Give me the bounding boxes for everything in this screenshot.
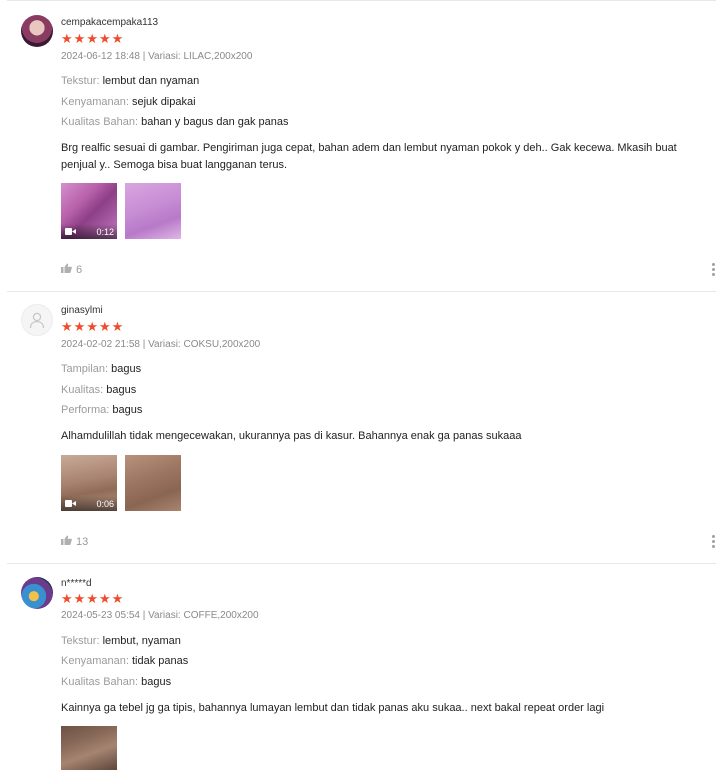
review-video-thumbnail[interactable]: 0:12 xyxy=(61,183,117,239)
star-icon: ★ xyxy=(61,31,73,46)
star-icon: ★ xyxy=(98,591,111,606)
review-comment: Brg realfic sesuai di gambar. Pengiriman… xyxy=(61,142,677,171)
attribute-value: lembut, nyaman xyxy=(102,635,181,647)
star-icon: ★ xyxy=(86,319,98,334)
attribute-row: Kenyamanan: tidak panas xyxy=(61,655,188,667)
attribute-row: Performa: bagus xyxy=(61,404,142,416)
attribute-value: sejuk dipakai xyxy=(131,96,196,108)
star-icon: ★ xyxy=(61,591,73,606)
star-icon: ★ xyxy=(73,591,86,606)
star-icon: ★ xyxy=(111,591,124,606)
review-video-thumbnail[interactable]: 0:06 xyxy=(61,455,117,511)
video-camera-icon xyxy=(65,499,76,509)
avatar[interactable] xyxy=(21,15,53,47)
star-icon: ★ xyxy=(111,319,124,334)
attribute-value: bagus xyxy=(106,384,137,396)
review-meta: 2024-05-23 05:54 | Variasi: COFFE,200x20… xyxy=(61,610,259,621)
attribute-value: bahan y bagus dan gak panas xyxy=(141,116,289,128)
video-duration: 0:06 xyxy=(96,498,114,509)
star-icon: ★ xyxy=(98,31,111,46)
attribute-key: Tekstur: xyxy=(61,635,100,647)
attribute-key: Kualitas: xyxy=(61,384,104,396)
attribute-row: Tekstur: lembut dan nyaman xyxy=(61,75,199,87)
attribute-key: Kualitas Bahan: xyxy=(61,116,139,128)
attribute-row: Kualitas Bahan: bagus xyxy=(61,676,171,688)
video-duration: 0:12 xyxy=(96,226,114,237)
more-vertical-icon[interactable] xyxy=(712,535,716,550)
star-icon: ★ xyxy=(98,319,111,334)
rating-stars: ★ ★ ★ ★ ★ xyxy=(61,320,123,333)
attribute-key: Tampilan: xyxy=(61,363,109,375)
attribute-row: Tekstur: lembut, nyaman xyxy=(61,635,181,647)
avatar[interactable] xyxy=(21,304,53,336)
review-photo-thumbnail[interactable] xyxy=(125,455,181,511)
attribute-value: lembut dan nyaman xyxy=(102,75,200,87)
attribute-value: bagus xyxy=(111,363,142,375)
star-icon: ★ xyxy=(86,31,98,46)
attribute-value: tidak panas xyxy=(131,655,189,667)
attribute-value: bagus xyxy=(141,676,172,688)
attribute-key: Kenyamanan: xyxy=(61,655,129,667)
attribute-key: Kenyamanan: xyxy=(61,96,129,108)
review-card: n*****d ★ ★ ★ ★ ★ 2024-05-23 05:54 | Variasi… xyxy=(7,564,716,784)
attribute-value: bagus xyxy=(112,404,143,416)
avatar[interactable] xyxy=(21,577,53,609)
video-bar: 0:12 xyxy=(61,224,117,239)
video-bar: 0:06 xyxy=(61,496,117,511)
attribute-key: Kualitas Bahan: xyxy=(61,676,139,688)
user-placeholder-icon xyxy=(29,312,45,329)
attribute-key: Performa: xyxy=(61,404,110,416)
username[interactable]: ginasylmi xyxy=(61,305,103,316)
attribute-row: Kualitas Bahan: bahan y bagus dan gak pa… xyxy=(61,116,289,128)
like-button[interactable]: 13 xyxy=(61,535,88,548)
review-card: ginasylmi ★ ★ ★ ★ ★ 2024-02-02 21:58 | Varia… xyxy=(7,291,716,564)
review-comment: Kainnya ga tebel jg ga tipis, bahannya l… xyxy=(61,702,605,714)
review-comment: Alhamdulillah tidak mengecewakan, ukuran… xyxy=(61,430,522,442)
review-card: cempakacempaka113 ★ ★ ★ ★ ★ 2024-06-12 18:48… xyxy=(7,0,716,292)
like-button[interactable]: 6 xyxy=(61,263,82,276)
attribute-row: Kualitas: bagus xyxy=(61,384,136,396)
attribute-row: Tampilan: bagus xyxy=(61,363,141,375)
star-icon: ★ xyxy=(86,591,98,606)
attribute-key: Tekstur: xyxy=(61,75,100,87)
thumbs-up-icon xyxy=(61,263,72,276)
review-meta: 2024-02-02 21:58 | Variasi: COKSU,200x20… xyxy=(61,339,261,350)
like-count: 6 xyxy=(76,263,83,276)
video-camera-icon xyxy=(65,227,76,237)
username[interactable]: cempakacempaka113 xyxy=(61,17,158,28)
attribute-row: Kenyamanan: sejuk dipakai xyxy=(61,96,196,108)
review-photo-thumbnail[interactable] xyxy=(61,726,117,770)
star-icon: ★ xyxy=(73,319,86,334)
username[interactable]: n*****d xyxy=(61,578,92,589)
star-icon: ★ xyxy=(61,319,73,334)
thumbs-up-icon xyxy=(61,535,72,548)
more-vertical-icon[interactable] xyxy=(712,263,716,278)
like-count: 13 xyxy=(76,535,89,548)
rating-stars: ★ ★ ★ ★ ★ xyxy=(61,592,123,605)
star-icon: ★ xyxy=(73,31,86,46)
star-icon: ★ xyxy=(111,31,124,46)
review-photo-thumbnail[interactable] xyxy=(125,183,181,239)
rating-stars: ★ ★ ★ ★ ★ xyxy=(61,32,123,45)
review-meta: 2024-06-12 18:48 | Variasi: LILAC,200x20… xyxy=(61,51,253,62)
